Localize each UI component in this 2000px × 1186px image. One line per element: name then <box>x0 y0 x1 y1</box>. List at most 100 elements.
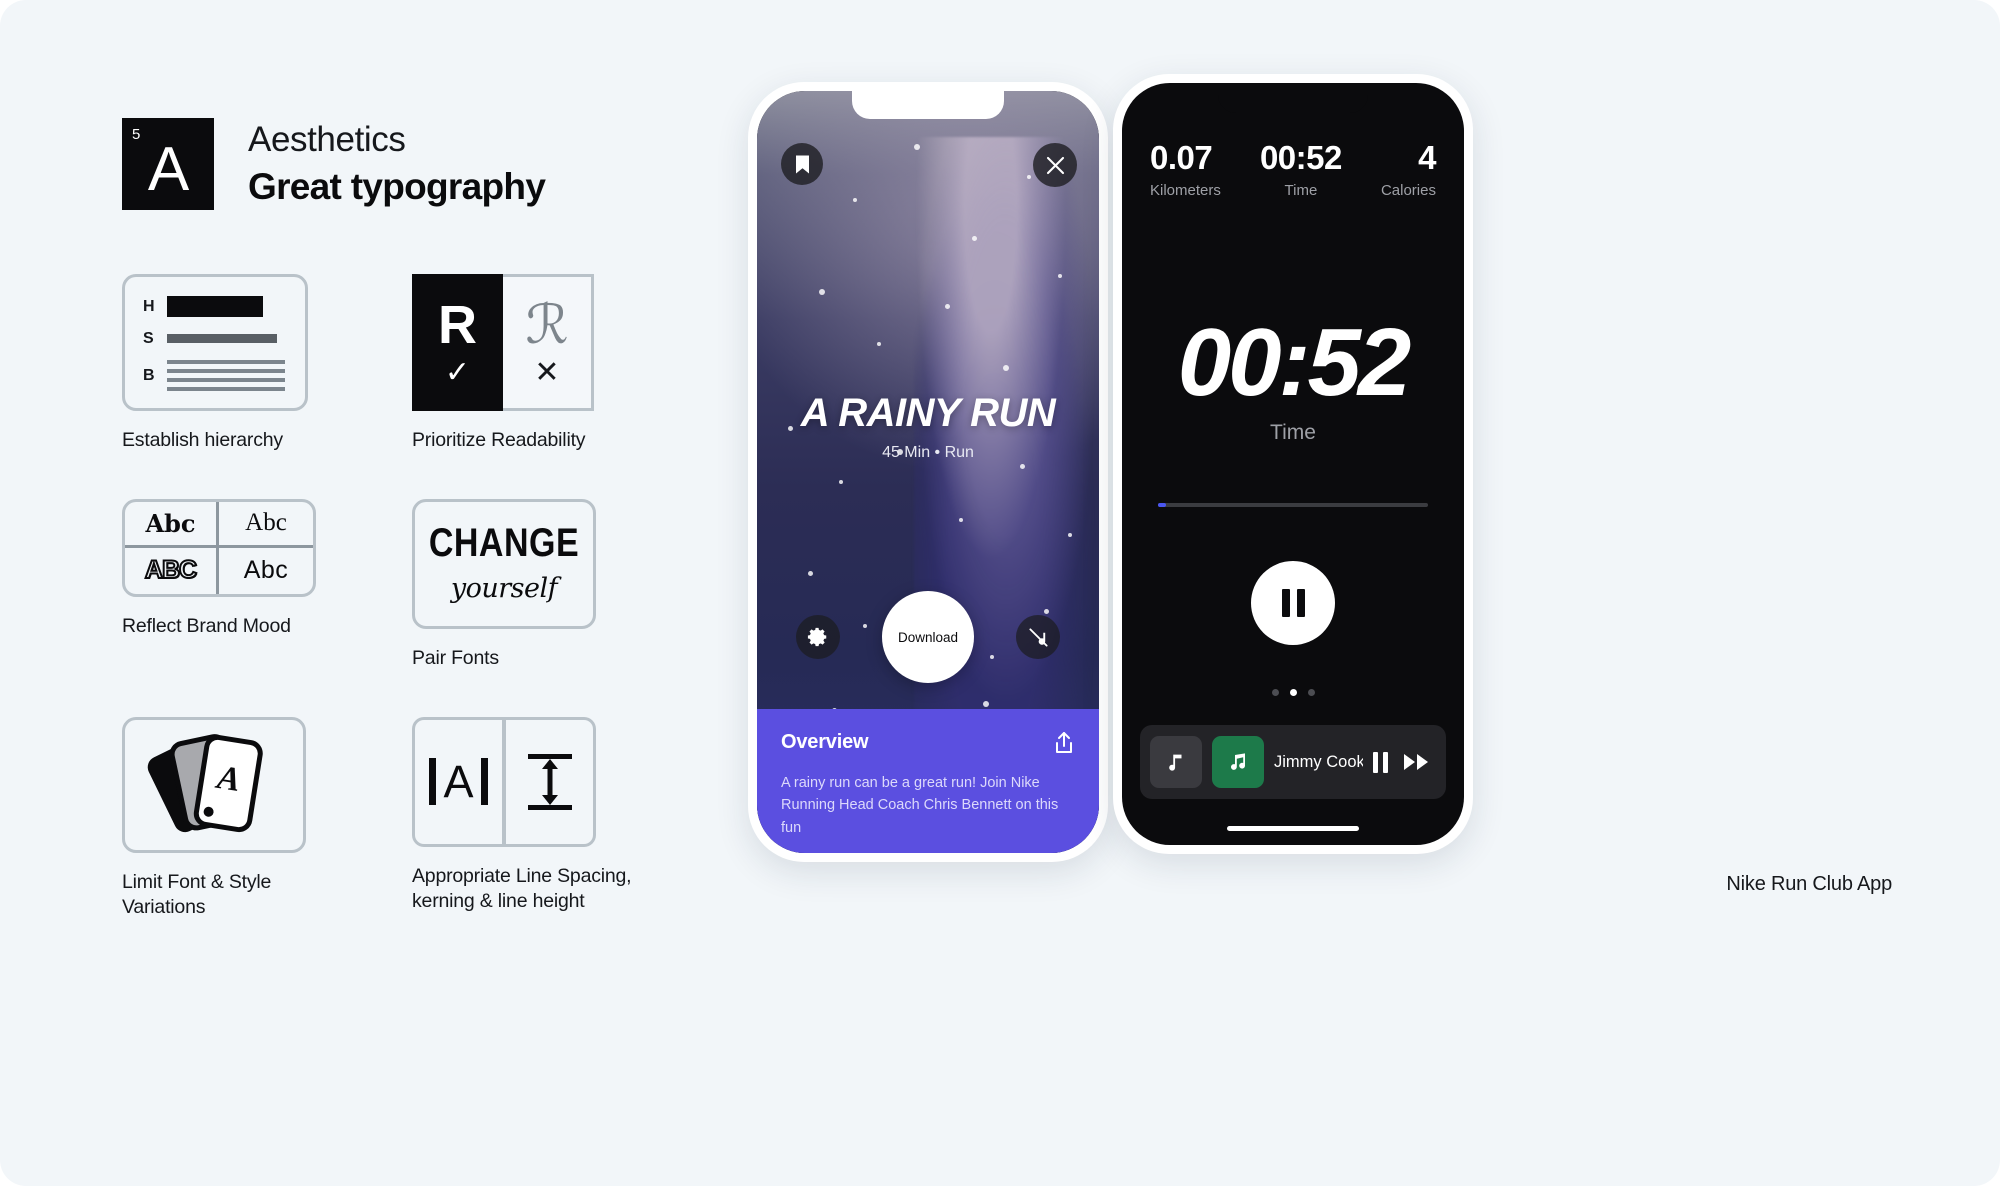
principle-card-limit-variations: A Limit Font & Style Variations <box>122 716 412 920</box>
primary-timer-value: 00:52 <box>1177 309 1412 416</box>
principle-card-establish-hierarchy: H S B Establish hierarchy <box>122 274 412 453</box>
page-dot-active[interactable] <box>1289 689 1297 696</box>
section-number: 5 <box>132 126 141 143</box>
kerning-letter: A <box>443 756 474 808</box>
music-pause-button[interactable] <box>1373 751 1388 773</box>
stat-time: 00:52 Time <box>1259 139 1342 199</box>
check-icon: ✓ <box>444 355 471 389</box>
bookmark-button[interactable] <box>781 143 823 185</box>
kerning-glyph: A <box>429 756 488 808</box>
run-progress-bar[interactable] <box>1158 503 1428 507</box>
cross-icon: ✕ <box>534 355 560 389</box>
hierarchy-row-body: B <box>143 360 287 391</box>
section-letter: A <box>147 135 189 204</box>
track-title: Jimmy Cooks (f <box>1274 752 1363 771</box>
page-dot[interactable] <box>1271 689 1279 696</box>
stat-label: Calories <box>1380 181 1436 199</box>
pause-icon <box>1281 589 1305 617</box>
playing-cards-icon: A <box>147 734 263 833</box>
settings-button[interactable] <box>796 615 840 659</box>
mood-sample-slab: Abc <box>125 501 219 548</box>
phone-workout-detail: A RAINY RUN 45 Min • Run Download Overvi… <box>748 82 1108 862</box>
stat-value: 0.07 <box>1150 139 1213 176</box>
stat-value: 00:52 <box>1259 139 1342 176</box>
hierarchy-label-s: S <box>143 329 154 347</box>
section-kicker: Aesthetics <box>248 120 406 160</box>
share-icon <box>1056 732 1072 753</box>
unreadable-glyph: ℛ <box>525 294 569 355</box>
line-height-sample <box>504 716 596 847</box>
download-label: Download <box>897 629 959 645</box>
phone-notch <box>852 91 1004 119</box>
mood-sample-outline: ABC <box>125 547 219 594</box>
hierarchy-bar-subheading <box>167 334 277 343</box>
music-note-icon <box>1169 754 1182 771</box>
brand-mood-illustration: Abc Abc ABC Abc <box>122 498 316 597</box>
music-player-bar: Jimmy Cooks (f <box>1140 725 1446 799</box>
typography-principles-panel: 5 A Aesthetics Great typography H S B Es… <box>122 118 682 920</box>
principle-caption: Appropriate Line Spacing, kerning & line… <box>412 864 632 912</box>
download-button[interactable]: Download <box>882 591 974 683</box>
page-dot[interactable] <box>1307 689 1315 696</box>
principle-caption: Establish hierarchy <box>122 429 283 451</box>
principle-card-reflect-brand-mood: Abc Abc ABC Abc Reflect Brand Mood <box>122 498 412 671</box>
unreadable-sample: ℛ ✕ <box>503 274 594 411</box>
readable-glyph: R <box>438 294 477 355</box>
hierarchy-illustration: H S B <box>122 274 308 411</box>
close-icon <box>1046 156 1064 174</box>
pause-run-button[interactable] <box>1251 561 1335 645</box>
principles-grid: H S B Establish hierarchy R ✓ ℛ ✕ Priori… <box>122 274 682 920</box>
section-badge: 5 A <box>122 118 214 210</box>
workout-title: A RAINY RUN <box>800 391 1056 435</box>
gear-icon <box>807 627 827 647</box>
mood-sample-light: Abc <box>243 556 289 585</box>
kerning-sample: A <box>412 716 504 847</box>
music-toggle-button[interactable] <box>1016 615 1060 659</box>
pair-font-display: CHANGE <box>428 520 580 566</box>
spotify-album-icon <box>1231 753 1245 770</box>
principle-card-prioritize-readability: R ✓ ℛ ✕ Prioritize Readability <box>412 274 702 453</box>
principle-caption: Prioritize Readability <box>412 429 586 451</box>
mood-sample-serif: Abc <box>219 502 313 548</box>
hierarchy-row-heading: H <box>143 296 287 317</box>
tracker-screen: 0.07 Kilometers 00:52 Time 4 Calories 00… <box>1122 83 1464 845</box>
panel-header: 5 A Aesthetics Great typography <box>122 118 682 210</box>
bookmark-icon <box>795 155 809 173</box>
stat-value: 4 <box>1418 139 1436 176</box>
close-button[interactable] <box>1033 143 1077 187</box>
primary-timer-label: Time <box>1270 421 1316 444</box>
overview-title: Overview <box>781 731 869 753</box>
overview-header: Overview <box>781 731 1075 760</box>
album-art[interactable] <box>1212 736 1264 788</box>
hierarchy-body-lines <box>167 360 285 391</box>
fast-forward-icon[interactable] <box>1404 753 1430 771</box>
readable-sample: R ✓ <box>412 274 503 411</box>
principle-card-line-spacing: A Appropriate Line Spacing, kerning & li… <box>412 716 702 920</box>
app-caption: Nike Run Club App <box>1726 873 1892 895</box>
hierarchy-label-h: H <box>143 297 155 315</box>
stat-label: Time <box>1284 181 1318 199</box>
stat-label: Kilometers <box>1150 181 1221 199</box>
font-cards-illustration: A <box>122 716 306 853</box>
run-progress-fill <box>1158 503 1167 507</box>
stat-calories: 4 Calories <box>1380 139 1437 199</box>
slide-root: 5 A Aesthetics Great typography H S B Es… <box>0 0 2000 1186</box>
share-button[interactable] <box>1053 731 1075 760</box>
workout-controls: Download <box>757 591 1099 683</box>
readability-illustration: R ✓ ℛ ✕ <box>412 274 594 411</box>
hierarchy-row-subheading: S <box>143 330 287 348</box>
music-note-slash-icon <box>1028 627 1048 647</box>
music-queue-button[interactable] <box>1150 736 1202 788</box>
stat-distance: 0.07 Kilometers <box>1150 139 1221 199</box>
line-height-icon <box>527 753 572 810</box>
phone-run-tracker: 0.07 Kilometers 00:52 Time 4 Calories 00… <box>1113 74 1473 854</box>
hierarchy-label-b: B <box>143 366 155 384</box>
workout-screen: A RAINY RUN 45 Min • Run Download Overvi… <box>757 91 1099 853</box>
phone-notch <box>1218 83 1368 113</box>
line-spacing-illustration: A <box>412 716 596 847</box>
panel-header-text: Aesthetics Great typography <box>248 119 546 209</box>
home-indicator <box>1227 826 1359 831</box>
pair-fonts-illustration: CHANGE yourself <box>412 498 596 629</box>
page-dots[interactable] <box>1122 689 1464 696</box>
hierarchy-bar-heading <box>167 296 263 317</box>
